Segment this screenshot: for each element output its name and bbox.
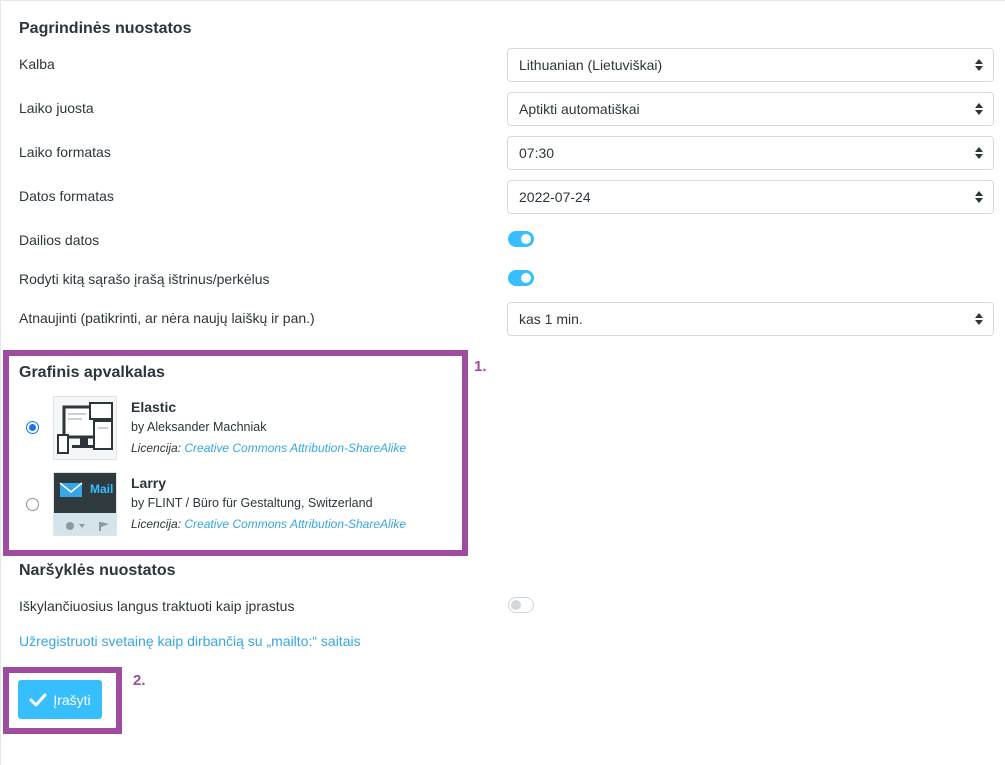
save-button-label: Įrašyti bbox=[53, 691, 91, 708]
refresh-label: Atnaujinti (patikrinti, ar nėra naujų la… bbox=[19, 310, 315, 326]
license-prefix: Licencija: bbox=[131, 441, 182, 455]
toggle-knob bbox=[511, 600, 521, 610]
elastic-license-link[interactable]: Creative Commons Attribution-ShareAlike bbox=[184, 441, 406, 455]
refresh-select-value: kas 1 min. bbox=[519, 311, 583, 327]
date-format-select-value: 2022-07-24 bbox=[519, 189, 591, 205]
toggle-knob bbox=[521, 234, 531, 244]
toggle-knob bbox=[521, 273, 531, 283]
select-arrows-icon bbox=[975, 303, 983, 335]
popup-label: Iškylančiuosius langus traktuoti kaip įp… bbox=[19, 598, 295, 614]
larry-thumbnail: Mail bbox=[53, 472, 117, 536]
save-button[interactable]: Įrašyti bbox=[18, 680, 102, 719]
elastic-devices-icon bbox=[54, 397, 116, 459]
timezone-label: Laiko juosta bbox=[19, 100, 94, 116]
select-arrows-icon bbox=[975, 137, 983, 169]
larry-author: by FLINT / Büro für Gestaltung, Switzerl… bbox=[131, 496, 373, 510]
mailto-register-link[interactable]: Užregistruoti svetainę kaip dirbančią su… bbox=[19, 633, 361, 649]
language-select-value: Lithuanian (Lietuviškai) bbox=[519, 57, 663, 73]
browser-section-title: Naršyklės nuostatos bbox=[19, 562, 176, 579]
select-arrows-icon bbox=[975, 93, 983, 125]
annotation-2: 2. bbox=[133, 672, 146, 689]
skin-larry-radio[interactable] bbox=[26, 498, 39, 511]
popup-toggle[interactable] bbox=[508, 597, 534, 613]
time-format-label: Laiko formatas bbox=[19, 144, 111, 160]
skin-section-title: Grafinis apvalkalas bbox=[19, 364, 165, 381]
select-arrows-icon bbox=[975, 49, 983, 81]
license-prefix: Licencija: bbox=[131, 517, 182, 531]
timezone-select-value: Aptikti automatiškai bbox=[519, 101, 640, 117]
date-format-label: Datos formatas bbox=[19, 188, 114, 204]
larry-license: Licencija: Creative Commons Attribution-… bbox=[131, 517, 406, 531]
annotation-1: 1. bbox=[474, 358, 487, 375]
larry-thumb-text: Mail bbox=[90, 482, 114, 496]
elastic-thumbnail bbox=[53, 396, 117, 460]
pretty-dates-label: Dailios datos bbox=[19, 232, 100, 248]
skin-elastic-radio[interactable] bbox=[26, 421, 39, 434]
check-icon bbox=[29, 693, 47, 706]
select-arrows-icon bbox=[975, 181, 983, 213]
pretty-dates-toggle[interactable] bbox=[508, 231, 534, 247]
larry-name: Larry bbox=[131, 475, 167, 491]
elastic-name: Elastic bbox=[131, 399, 177, 415]
elastic-author: by Aleksander Machniak bbox=[131, 420, 267, 434]
settings-page: Pagrindinės nuostatos Kalba Lithuanian (… bbox=[0, 0, 1005, 765]
show-next-toggle[interactable] bbox=[508, 270, 534, 286]
date-format-select[interactable]: 2022-07-24 bbox=[507, 180, 994, 214]
refresh-select[interactable]: kas 1 min. bbox=[507, 302, 994, 336]
language-select[interactable]: Lithuanian (Lietuviškai) bbox=[507, 48, 994, 82]
time-format-select[interactable]: 07:30 bbox=[507, 136, 994, 170]
time-format-select-value: 07:30 bbox=[519, 145, 555, 161]
larry-license-link[interactable]: Creative Commons Attribution-ShareAlike bbox=[184, 517, 406, 531]
timezone-select[interactable]: Aptikti automatiškai bbox=[507, 92, 994, 126]
elastic-license: Licencija: Creative Commons Attribution-… bbox=[131, 441, 406, 455]
show-next-label: Rodyti kitą sąrašo įrašą ištrinus/perkėl… bbox=[19, 271, 270, 287]
general-section-title: Pagrindinės nuostatos bbox=[19, 20, 192, 37]
language-label: Kalba bbox=[19, 56, 55, 72]
